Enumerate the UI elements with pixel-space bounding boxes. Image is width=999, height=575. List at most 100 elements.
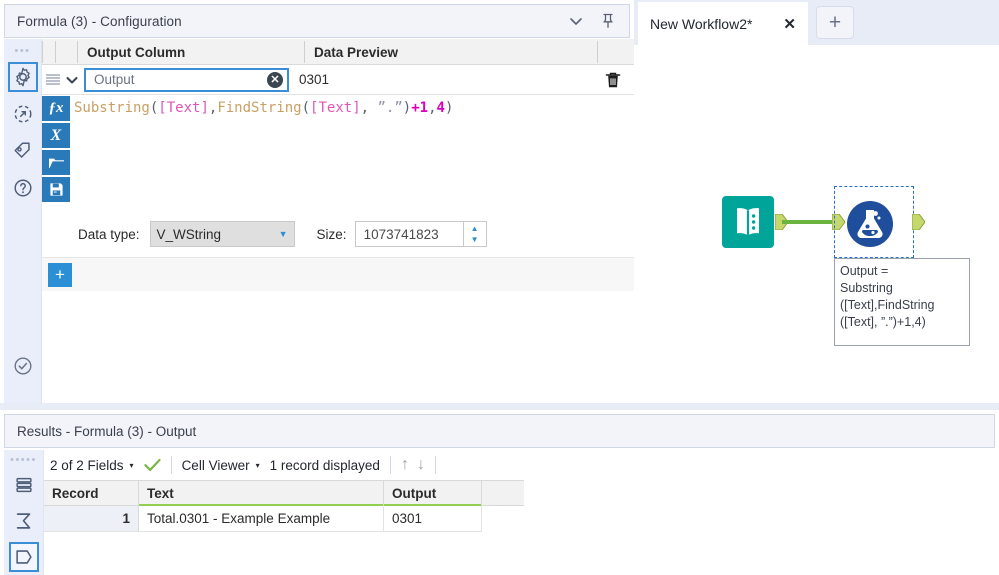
trash-icon[interactable] — [604, 70, 622, 90]
chevron-down-icon[interactable] — [567, 12, 585, 30]
rail-drag-dots[interactable]: ••• — [14, 46, 30, 57]
formula-token: ”.” — [377, 100, 403, 116]
toolbar-divider-2 — [389, 456, 391, 474]
chevron-down-icon: ▼ — [278, 229, 288, 239]
cell-viewer-selector[interactable]: Cell Viewer ▾ — [182, 458, 260, 473]
size-label: Size: — [316, 226, 347, 242]
column-header-data-preview: Data Preview — [314, 44, 399, 60]
formula-token: 4 — [436, 100, 445, 116]
formula-tool[interactable] — [846, 200, 894, 248]
add-formula-row-bar: + — [42, 257, 634, 291]
results-body: 2 of 2 Fields ▾ Cell Viewer ▾ 1 record d… — [44, 450, 999, 575]
results-panel-header: Results - Formula (3) - Output — [4, 414, 995, 448]
close-icon[interactable]: ✕ — [783, 15, 796, 33]
output-column-input[interactable] — [84, 67, 289, 92]
records-displayed-label: 1 record displayed — [269, 457, 380, 473]
configuration-panel-title: Formula (3) - Configuration — [17, 13, 182, 29]
fields-selector[interactable]: 2 of 2 Fields ▾ — [50, 458, 134, 473]
add-row-button[interactable]: + — [48, 262, 72, 287]
formula-grid: Output Column Data Preview ✕ 0301 — [42, 39, 634, 403]
text-input-tool[interactable] — [722, 196, 774, 248]
workflow-canvas-panel: New Workflow2* ✕ + Output = Substring ([… — [634, 0, 999, 403]
pin-icon[interactable] — [599, 12, 617, 30]
data-type-select[interactable]: V_WString ▼ — [149, 221, 295, 247]
fx-icon[interactable]: ƒx — [42, 96, 70, 121]
workflow-canvas[interactable]: Output = Substring ([Text],FindString ([Tex… — [634, 45, 999, 403]
formula-tool-buttons: ƒx X — [42, 96, 72, 204]
results-drag-dots[interactable]: ••••• — [10, 455, 37, 466]
results-toolbar: 2 of 2 Fields ▾ Cell Viewer ▾ 1 record d… — [44, 450, 999, 480]
chevron-down-icon: ▾ — [129, 460, 134, 470]
formula-token: [Text] — [158, 100, 209, 116]
save-icon[interactable] — [42, 177, 70, 202]
size-stepper[interactable]: ▲ ▼ — [462, 221, 487, 247]
connector-line[interactable] — [782, 220, 838, 224]
toolbar-divider-3 — [434, 456, 436, 474]
results-table-header: Record Text Output — [44, 480, 524, 506]
records-icon[interactable] — [9, 470, 39, 500]
data-type-label: Data type: — [78, 226, 140, 242]
output-column-input-wrap: ✕ — [84, 67, 289, 92]
results-panel-title: Results - Formula (3) - Output — [17, 423, 197, 439]
annotation-line: Output = — [840, 264, 889, 278]
configuration-panel: Formula (3) - Configuration ••• Output C… — [0, 0, 634, 403]
stepper-down-icon: ▼ — [470, 235, 479, 244]
stepper-up-icon: ▲ — [470, 224, 479, 233]
top-area: Formula (3) - Configuration ••• Output C… — [0, 0, 999, 410]
formula-token: [Text] — [310, 100, 361, 116]
workflow-tabstrip: New Workflow2* ✕ + — [634, 0, 999, 45]
column-header-text[interactable]: Text — [139, 481, 384, 506]
configuration-header-actions — [567, 12, 617, 30]
results-rail: ••••• — [4, 450, 44, 575]
cell-record: 1 — [44, 506, 139, 532]
output-port-formula[interactable] — [912, 214, 925, 230]
valid-check-icon — [8, 351, 38, 381]
formula-expression[interactable]: Substring([Text],FindString([Text], ”.”)… — [74, 96, 629, 166]
grid-header-row: Output Column Data Preview — [42, 39, 634, 65]
configuration-rail: ••• — [4, 39, 42, 403]
sidebar-item-tag[interactable] — [8, 136, 38, 166]
clear-output-icon[interactable]: ✕ — [267, 71, 283, 88]
arrow-down-icon[interactable]: ↓ — [417, 456, 425, 474]
column-header-record[interactable]: Record — [44, 481, 139, 505]
formula-token: Substring — [74, 100, 150, 116]
formula-token: , — [428, 100, 437, 116]
table-row[interactable]: 1 Total.0301 - Example Example 0301 — [44, 506, 524, 532]
add-tab-button[interactable]: + — [816, 6, 854, 39]
row-expand-chevron-icon[interactable] — [62, 72, 82, 88]
checkmark-icon[interactable] — [143, 458, 161, 472]
node-annotation[interactable]: Output = Substring ([Text],FindString ([Tex… — [834, 258, 970, 346]
column-header-output[interactable]: Output — [384, 481, 482, 506]
open-folder-icon[interactable] — [42, 150, 70, 175]
toolbar-divider — [170, 456, 172, 474]
variable-icon[interactable]: X — [42, 123, 70, 148]
row-drag-handle[interactable] — [46, 74, 60, 85]
formula-token: , — [360, 100, 378, 116]
formula-token: FindString — [217, 100, 302, 116]
sidebar-item-help[interactable] — [8, 173, 38, 203]
sigma-icon[interactable] — [9, 506, 39, 536]
formula-row: ✕ 0301 — [42, 65, 634, 95]
fields-label: 2 of 2 Fields — [50, 457, 124, 473]
output-icon[interactable] — [8, 542, 39, 572]
results-table: Record Text Output 1 Total.0301 - Exampl… — [44, 480, 524, 532]
annotation-line: ([Text],FindString — [840, 298, 935, 312]
size-input[interactable]: 1073741823 — [354, 221, 463, 247]
grid-empty-area — [42, 291, 634, 403]
annotation-line: ([Text], ”.”)+1,4) — [840, 315, 926, 329]
arrow-up-icon[interactable]: ↑ — [401, 456, 409, 474]
data-type-value: V_WString — [156, 226, 222, 242]
formula-token: ( — [301, 100, 311, 116]
chevron-down-icon: ▾ — [255, 460, 260, 470]
data-preview-value: 0301 — [299, 72, 330, 87]
cell-viewer-label: Cell Viewer — [181, 457, 250, 473]
formula-token: ) — [402, 100, 412, 116]
annotation-line: Substring — [840, 281, 893, 295]
formula-token: +1 — [411, 100, 429, 116]
column-header-output-column: Output Column — [87, 44, 186, 60]
sidebar-item-annotation[interactable] — [8, 99, 38, 129]
tab-new-workflow2[interactable]: New Workflow2* ✕ — [638, 2, 808, 45]
data-type-row: Data type: V_WString ▼ Size: 1073741823 … — [78, 219, 598, 249]
sidebar-item-configuration[interactable] — [7, 62, 38, 92]
formula-token: ) — [444, 100, 454, 116]
